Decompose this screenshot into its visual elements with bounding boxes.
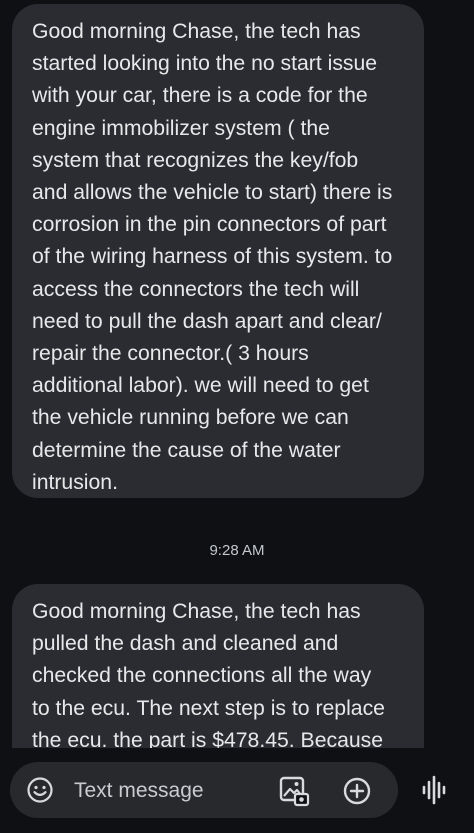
- voice-waveform-icon[interactable]: [410, 768, 456, 812]
- message-bubble-1[interactable]: Good morning Chase, the tech has started…: [12, 4, 424, 498]
- message-timestamp: 9:28 AM: [209, 542, 265, 559]
- messages-screen: Good morning Chase, the tech has started…: [0, 0, 474, 833]
- add-icon[interactable]: [342, 776, 372, 806]
- emoji-icon[interactable]: [26, 776, 54, 804]
- text-message-placeholder[interactable]: Text message: [74, 778, 204, 804]
- text-message-input[interactable]: [10, 762, 398, 818]
- message-composer: Text message: [0, 748, 474, 833]
- gallery-icon[interactable]: [278, 775, 310, 807]
